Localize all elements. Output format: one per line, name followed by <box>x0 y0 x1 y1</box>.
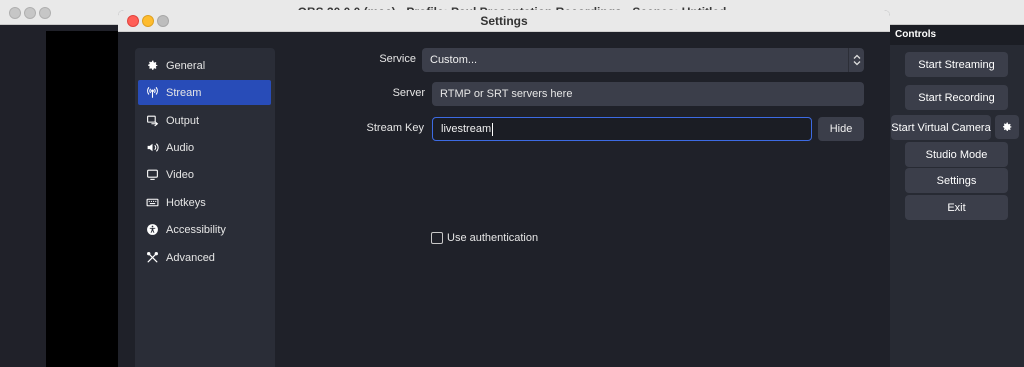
preview-canvas <box>46 31 126 367</box>
stream-key-value: livestream <box>441 123 492 135</box>
settings-dialog: Settings General Stream Output Audio Vid <box>118 10 890 367</box>
output-icon <box>146 115 158 127</box>
nav-output[interactable]: Output <box>138 108 271 133</box>
stream-key-input[interactable]: livestream <box>432 117 812 141</box>
nav-label: Hotkeys <box>166 196 206 209</box>
nav-stream[interactable]: Stream <box>138 80 271 105</box>
tools-icon <box>146 252 158 263</box>
virtual-camera-settings-button[interactable] <box>995 115 1019 139</box>
nav-advanced[interactable]: Advanced <box>138 245 271 270</box>
settings-content: General Stream Output Audio Video Hotkey… <box>118 32 890 367</box>
controls-header: Controls <box>889 25 1024 45</box>
nav-label: Video <box>166 168 194 181</box>
keyboard-icon <box>146 198 158 207</box>
service-select[interactable]: Custom... <box>422 48 864 72</box>
nav-label: General <box>166 59 206 72</box>
nav-accessibility[interactable]: Accessibility <box>138 217 271 242</box>
server-placeholder: RTMP or SRT servers here <box>440 88 573 100</box>
settings-button[interactable]: Settings <box>905 168 1008 193</box>
nav-label: Output <box>166 114 200 127</box>
antenna-icon <box>146 87 158 98</box>
nav-audio[interactable]: Audio <box>138 135 271 160</box>
hide-button[interactable]: Hide <box>818 117 864 141</box>
nav-general[interactable]: General <box>138 53 271 78</box>
stream-key-label: Stream Key <box>366 122 424 134</box>
use-authentication-label[interactable]: Use authentication <box>447 232 538 244</box>
gear-icon <box>1003 122 1012 131</box>
nav-video[interactable]: Video <box>138 162 271 187</box>
chevron-updown-icon <box>848 48 864 72</box>
speaker-icon <box>147 143 159 152</box>
settings-sidebar: General Stream Output Audio Video Hotkey… <box>135 48 275 367</box>
text-caret <box>492 122 494 136</box>
controls-dock: Controls Start Streaming Start Recording… <box>889 25 1024 367</box>
gear-icon <box>147 60 157 70</box>
nav-label: Accessibility <box>166 223 226 236</box>
nav-label: Stream <box>166 86 202 99</box>
settings-titlebar: Settings <box>118 10 890 32</box>
exit-button[interactable]: Exit <box>905 195 1008 220</box>
nav-hotkeys[interactable]: Hotkeys <box>138 190 271 215</box>
service-value: Custom... <box>430 54 478 66</box>
start-streaming-button[interactable]: Start Streaming <box>905 52 1008 77</box>
studio-mode-button[interactable]: Studio Mode <box>905 142 1008 167</box>
monitor-icon <box>146 169 158 180</box>
service-label: Service <box>379 53 416 65</box>
start-recording-button[interactable]: Start Recording <box>905 85 1008 110</box>
use-authentication-checkbox[interactable] <box>431 232 443 244</box>
server-label: Server <box>392 87 425 99</box>
server-input[interactable]: RTMP or SRT servers here <box>432 82 864 106</box>
nav-label: Audio <box>166 141 195 154</box>
start-virtual-camera-button[interactable]: Start Virtual Camera <box>891 115 991 140</box>
dialog-title: Settings <box>480 14 528 28</box>
nav-label: Advanced <box>166 251 215 264</box>
accessibility-icon <box>146 224 158 235</box>
